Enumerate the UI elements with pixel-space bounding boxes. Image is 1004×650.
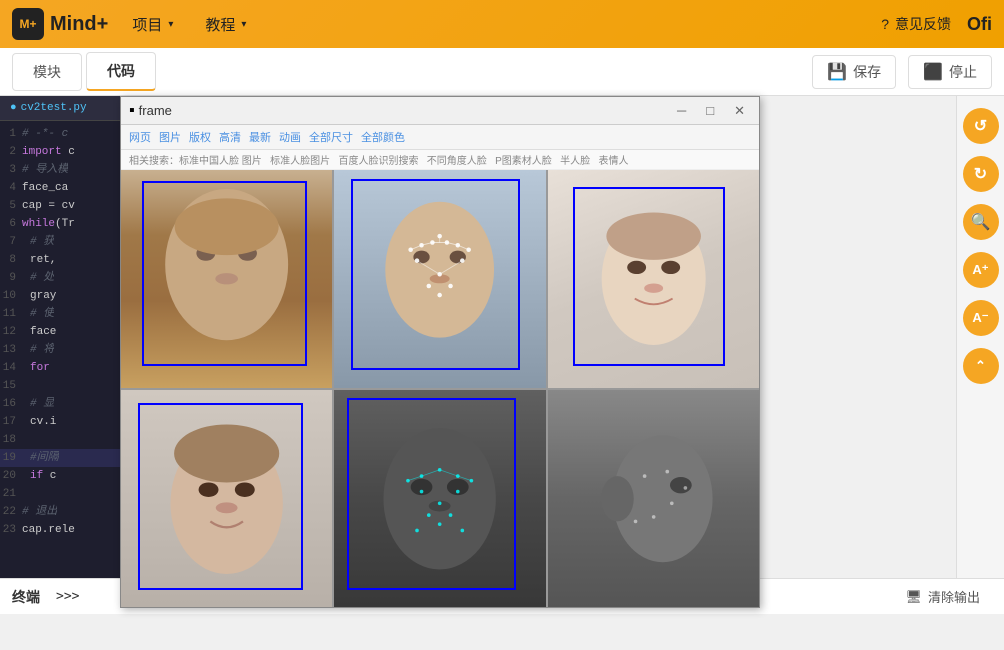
- face-cell-2: [334, 170, 545, 388]
- stop-button[interactable]: ⬛ 停止: [908, 55, 992, 89]
- terminal-label: 终端: [12, 587, 40, 607]
- logo-text: Mind+: [50, 13, 108, 36]
- terminal-prompt: >>>: [56, 589, 79, 604]
- stop-label: 停止: [949, 62, 977, 82]
- menu-tutorial-arrow: ▾: [241, 19, 246, 30]
- tab-code[interactable]: 代码: [86, 52, 156, 91]
- menu-tutorial-label: 教程: [205, 14, 235, 35]
- frame-window: ▪ frame ─ □ ✕ 网页 图片 版权 高清 最新 动画 全部尺寸 全部颜…: [120, 96, 760, 608]
- save-label: 保存: [853, 62, 881, 82]
- clear-output-label: 清除输出: [928, 587, 980, 606]
- toolbar: 模块 代码 💾 保存 ⬛ 停止: [0, 48, 1004, 96]
- frame-window-icon: ▪: [129, 102, 135, 120]
- redo-button[interactable]: ↻: [963, 156, 999, 192]
- bd-link-webpage[interactable]: 网页: [129, 129, 151, 145]
- undo-button[interactable]: ↺: [963, 108, 999, 144]
- feedback-label: 意见反馈: [895, 14, 951, 34]
- bd-link-copyright[interactable]: 版权: [189, 129, 211, 145]
- face-svg-6: [548, 390, 759, 608]
- maximize-button[interactable]: □: [700, 101, 720, 120]
- close-button[interactable]: ✕: [728, 101, 751, 121]
- menu-project[interactable]: 项目 ▾: [124, 10, 181, 39]
- top-button[interactable]: ⌃: [963, 348, 999, 384]
- face-cell-4: [121, 390, 332, 608]
- logo-area: M+ Mind+: [12, 8, 108, 40]
- search-tags: 相关搜索：标准中国人脸 图片 标准人脸图片 百度人脸识别搜索 不同角度人脸 P图…: [121, 150, 759, 170]
- feedback-icon: ?: [881, 16, 889, 32]
- save-button[interactable]: 💾 保存: [812, 55, 896, 89]
- stop-icon: ⬛: [923, 62, 943, 82]
- baidu-search-bar: 网页 图片 版权 高清 最新 动画 全部尺寸 全部颜色: [121, 125, 759, 150]
- toolbar-right: 💾 保存 ⬛ 停止: [812, 55, 992, 89]
- feedback-button[interactable]: ? 意见反馈: [881, 14, 951, 34]
- face-cell-3: [548, 170, 759, 388]
- face-cell-1: [121, 170, 332, 388]
- frame-content: [121, 170, 759, 607]
- menu-tutorial[interactable]: 教程 ▾: [197, 10, 254, 39]
- main-area: ● cv2test.py 1# -*- c 2import c 3# 导入模 4…: [0, 96, 1004, 614]
- face-collage: [121, 170, 759, 607]
- ofi-button[interactable]: Ofi: [967, 14, 992, 35]
- face-cell-5: [334, 390, 545, 608]
- bd-link-hd[interactable]: 高清: [219, 129, 241, 145]
- save-icon: 💾: [827, 62, 847, 82]
- clear-output-icon: 🖥: [905, 589, 922, 605]
- clear-output-button[interactable]: 🖥 清除输出: [893, 583, 992, 610]
- face-cell-6: [548, 390, 759, 608]
- tab-blocks[interactable]: 模块: [12, 53, 82, 91]
- frame-title: frame: [139, 103, 663, 118]
- face-detection-box-5: [347, 398, 516, 589]
- right-sidebar: ↺ ↻ 🔍 A⁺ A⁻ ⌃: [956, 96, 1004, 614]
- face-detection-box-3: [573, 187, 725, 365]
- topbar-right: ? 意见反馈 Ofi: [881, 14, 992, 35]
- font-increase-button[interactable]: A⁺: [963, 252, 999, 288]
- topbar: M+ Mind+ 项目 ▾ 教程 ▾ ? 意见反馈 Ofi: [0, 0, 1004, 48]
- zoom-button[interactable]: 🔍: [963, 204, 999, 240]
- bd-link-animation[interactable]: 动画: [279, 129, 301, 145]
- menu-project-arrow: ▾: [168, 19, 173, 30]
- bd-link-size[interactable]: 全部尺寸: [309, 129, 353, 145]
- menu-project-label: 项目: [132, 14, 162, 35]
- minimize-button[interactable]: ─: [671, 101, 692, 120]
- font-decrease-button[interactable]: A⁻: [963, 300, 999, 336]
- frame-titlebar: ▪ frame ─ □ ✕: [121, 97, 759, 125]
- ofi-label: Ofi: [967, 14, 992, 35]
- logo-icon: M+: [12, 8, 44, 40]
- bd-link-image[interactable]: 图片: [159, 129, 181, 145]
- bd-link-latest[interactable]: 最新: [249, 129, 271, 145]
- file-icon: ●: [10, 102, 17, 114]
- face-detection-box-2: [351, 179, 520, 370]
- face-detection-box-1: [142, 181, 307, 366]
- face-detection-box-4: [138, 403, 303, 590]
- bd-link-color[interactable]: 全部颜色: [361, 129, 405, 145]
- logo-icon-inner: M+: [19, 17, 36, 31]
- file-name: cv2test.py: [21, 102, 87, 114]
